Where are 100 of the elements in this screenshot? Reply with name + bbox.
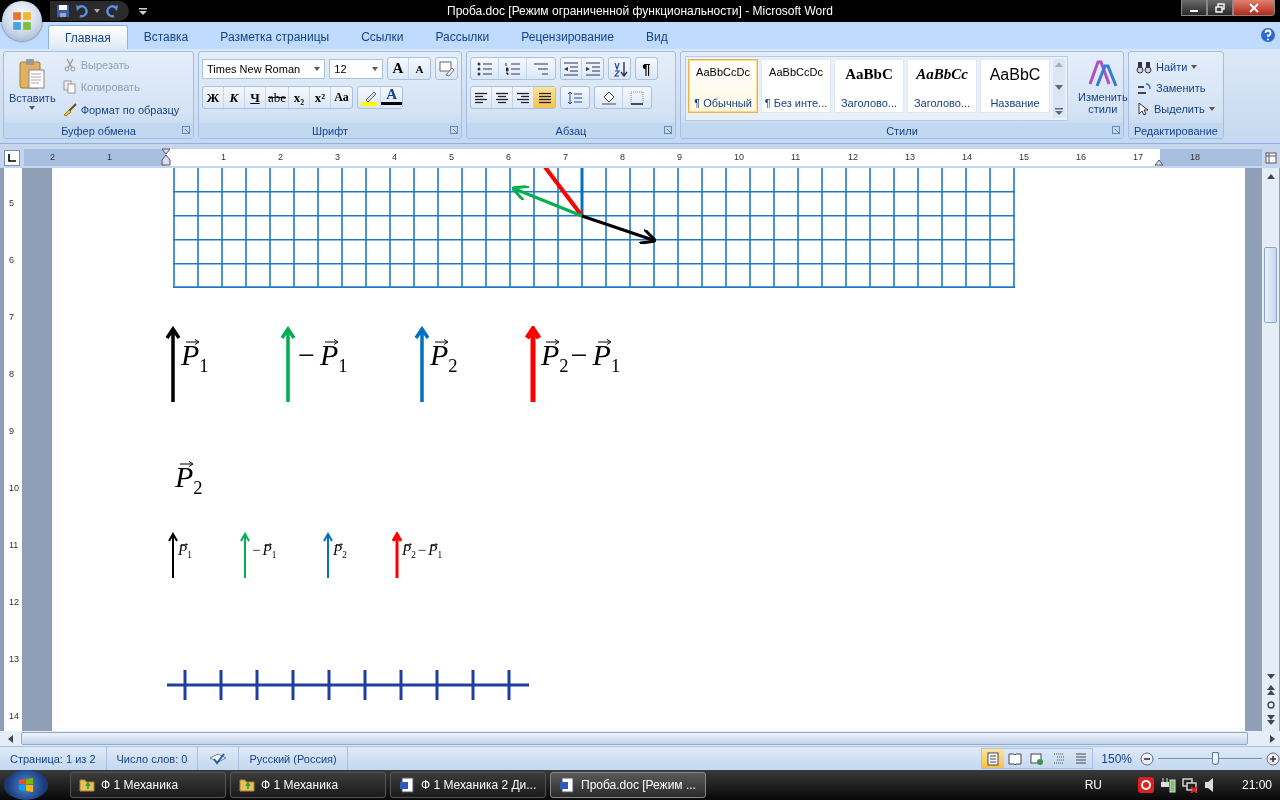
sup-button[interactable]: x² bbox=[310, 87, 332, 108]
close-button[interactable] bbox=[1233, 0, 1275, 16]
horizontal-scrollbar[interactable] bbox=[0, 731, 1280, 746]
scroll-left-icon[interactable] bbox=[8, 734, 13, 743]
ribbon-tab[interactable]: Рецензирование bbox=[505, 25, 630, 49]
clock[interactable]: 21:00 bbox=[1241, 778, 1272, 792]
style-name: ¶ Обычный bbox=[694, 97, 752, 109]
vector-arrow-icon bbox=[435, 339, 450, 345]
spelling-check-icon[interactable] bbox=[208, 751, 229, 766]
style-name: Заголово... bbox=[840, 97, 898, 109]
case-button[interactable]: Aa bbox=[331, 87, 353, 108]
caret-icon[interactable] bbox=[94, 9, 100, 13]
indent-icon bbox=[563, 61, 579, 76]
view-icon bbox=[1030, 751, 1045, 766]
decrease-indent-button[interactable] bbox=[561, 58, 582, 79]
taskbar-button[interactable]: Ф 1 Механика 2 Ди... bbox=[390, 772, 546, 798]
scrollbar-thumb[interactable] bbox=[1264, 247, 1277, 323]
ribbon-tab[interactable]: Рассылки bbox=[419, 25, 506, 49]
undo-icon[interactable] bbox=[75, 4, 89, 18]
taskbar-button[interactable]: Проба.doc [Режим ... bbox=[550, 772, 706, 798]
restore-button[interactable] bbox=[1207, 0, 1233, 16]
style-item[interactable]: AaBbCcDc ¶ Обычный bbox=[688, 59, 758, 113]
scroll-down-icon[interactable] bbox=[1055, 85, 1063, 90]
scissors-icon bbox=[62, 58, 77, 73]
speaker-icon[interactable] bbox=[1203, 777, 1214, 793]
ruler-number: 9 bbox=[9, 426, 14, 436]
ruler-number: 14 bbox=[962, 152, 972, 163]
view-ruler-button[interactable] bbox=[1264, 149, 1278, 166]
multilevel-list-icon bbox=[533, 61, 549, 76]
bold-button[interactable]: Ж bbox=[203, 87, 224, 108]
grow-font-button[interactable]: A bbox=[388, 58, 409, 79]
zoom-in-button[interactable] bbox=[1266, 751, 1280, 766]
scroll-right-icon[interactable] bbox=[1270, 734, 1275, 743]
ribbon-tab[interactable]: Вид bbox=[629, 25, 684, 49]
tab-selector-button[interactable] bbox=[4, 149, 20, 166]
replace-button[interactable]: Заменить bbox=[1133, 79, 1219, 96]
font-name-field[interactable]: Times New Roman bbox=[202, 58, 326, 79]
clear-formatting-button[interactable] bbox=[436, 58, 457, 79]
vertical-scrollbar[interactable] bbox=[1262, 168, 1279, 731]
highlight-button[interactable] bbox=[358, 87, 382, 108]
ruler-number: 17 bbox=[1133, 152, 1143, 163]
help-icon[interactable] bbox=[1260, 27, 1276, 43]
style-item[interactable]: AaBbC Название bbox=[980, 59, 1050, 113]
brush-button[interactable]: Формат по образцу bbox=[59, 101, 183, 118]
power-icon[interactable] bbox=[1159, 777, 1176, 793]
customize-toolbar-icon[interactable] bbox=[139, 7, 147, 15]
ribbon-tab[interactable]: Разметка страницы bbox=[204, 25, 346, 49]
dialog-launcher-icon[interactable] bbox=[450, 126, 458, 134]
record-icon[interactable] bbox=[1137, 777, 1154, 793]
scroll-down-icon[interactable] bbox=[1266, 674, 1275, 679]
find-button[interactable]: Найти bbox=[1133, 58, 1219, 75]
style-item[interactable]: AaBbC Заголово... bbox=[834, 59, 904, 113]
sort-icon bbox=[611, 60, 628, 77]
ribbon-tab[interactable]: Главная bbox=[48, 25, 128, 49]
start-button[interactable] bbox=[4, 770, 48, 800]
change-styles-button[interactable]: Изменить стили bbox=[1078, 56, 1128, 121]
ruler-number: 5 bbox=[449, 152, 454, 163]
ribbon-tab[interactable]: Ссылки bbox=[345, 25, 420, 49]
previous-page-icon[interactable] bbox=[1266, 685, 1275, 695]
select-button[interactable]: Выделить bbox=[1133, 100, 1219, 117]
scroll-up-icon[interactable] bbox=[1266, 174, 1275, 179]
gallery-scrollbar[interactable] bbox=[1053, 59, 1065, 118]
font-size-field[interactable]: 12 bbox=[329, 58, 383, 79]
dialog-launcher-icon[interactable] bbox=[664, 126, 672, 134]
dialog-launcher-icon[interactable] bbox=[182, 126, 190, 134]
zoom-slider-thumb[interactable] bbox=[1212, 751, 1220, 765]
style-item[interactable]: AaBbCcDc ¶ Без инте... bbox=[761, 59, 831, 113]
ruler-number: 11 bbox=[791, 152, 801, 163]
input-language[interactable]: RU bbox=[1084, 778, 1102, 792]
sub-button[interactable]: x₂ bbox=[289, 87, 311, 108]
print-view-button[interactable] bbox=[982, 749, 1005, 768]
indent-marker-icon[interactable] bbox=[161, 148, 171, 166]
math-subscript: 1 bbox=[271, 550, 277, 561]
font-color-button[interactable]: A bbox=[381, 87, 403, 105]
math-subscript: 1 bbox=[610, 354, 621, 377]
scrollbar-thumb[interactable] bbox=[21, 732, 1248, 745]
show-formatting-button[interactable]: ¶ bbox=[636, 58, 657, 79]
zoom-level[interactable]: 150% bbox=[1101, 751, 1132, 766]
browse-object-icon[interactable] bbox=[1266, 701, 1275, 709]
office-button[interactable] bbox=[2, 1, 42, 41]
style-item[interactable]: AaBbCc Заголово... bbox=[907, 59, 977, 113]
redo-icon[interactable] bbox=[105, 4, 119, 18]
minimize-button[interactable] bbox=[1181, 0, 1207, 16]
italic-button[interactable]: К bbox=[224, 87, 245, 108]
network-icon[interactable] bbox=[1181, 777, 1198, 793]
dialog-launcher-icon[interactable] bbox=[1112, 126, 1120, 134]
align-justify-button[interactable] bbox=[534, 87, 555, 108]
more-icon[interactable] bbox=[1055, 108, 1063, 115]
strike-button[interactable]: abe bbox=[266, 87, 290, 108]
save-icon[interactable] bbox=[56, 4, 70, 18]
zoom-out-button[interactable] bbox=[1140, 751, 1154, 766]
underline-button[interactable]: Ч bbox=[245, 87, 266, 108]
taskbar-button[interactable]: Ф 1 Механика bbox=[70, 772, 226, 798]
next-page-icon[interactable] bbox=[1266, 715, 1275, 725]
taskbar-button[interactable]: Ф 1 Механика bbox=[230, 772, 386, 798]
ribbon-tab[interactable]: Вставка bbox=[127, 25, 205, 49]
view-icon bbox=[986, 751, 1001, 766]
paste-button[interactable]: Вставить bbox=[7, 54, 58, 121]
shrink-font-button[interactable]: A bbox=[409, 58, 430, 79]
indent-marker-icon[interactable] bbox=[1154, 158, 1164, 166]
